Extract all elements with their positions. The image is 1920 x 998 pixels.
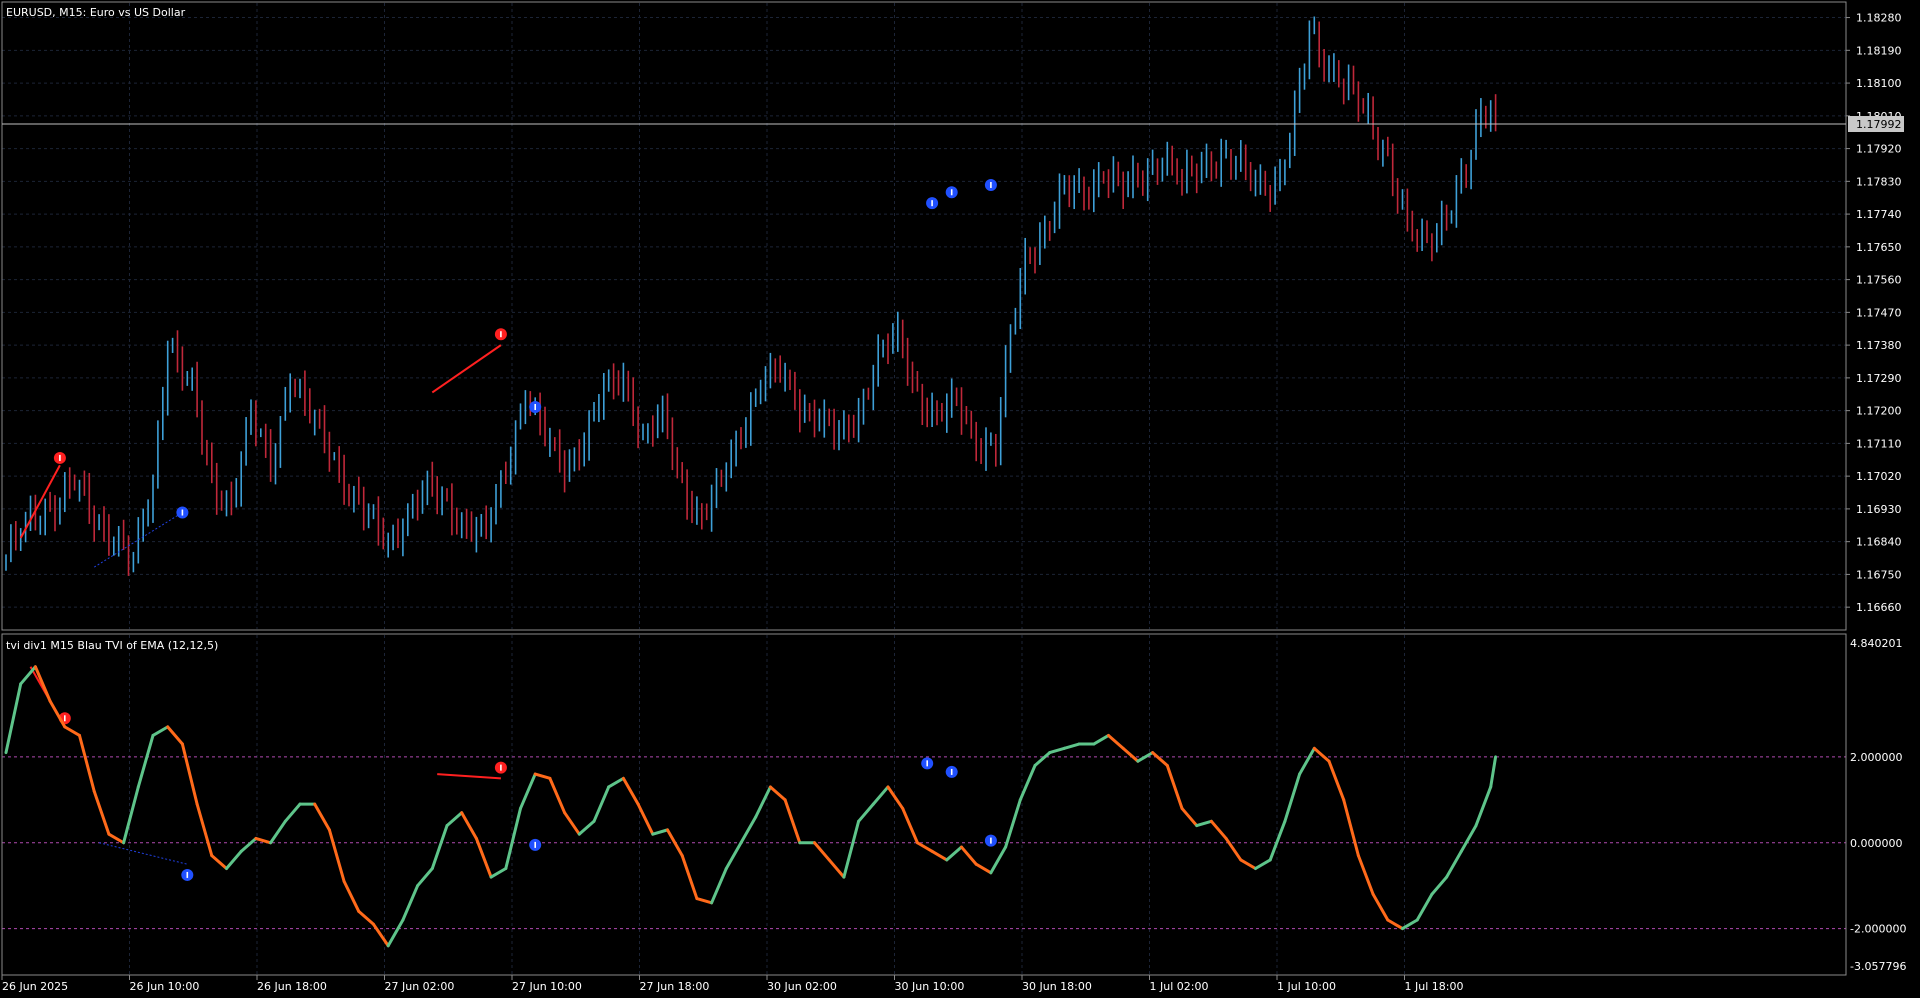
price-tick-label: 1.17110 <box>1856 437 1902 450</box>
time-tick-label: 1 Jul 18:00 <box>1405 980 1464 993</box>
price-tick-label: 1.17020 <box>1856 470 1902 483</box>
price-tick-label: 1.17740 <box>1856 208 1902 221</box>
indicator-tick-label: 2.000000 <box>1850 751 1903 764</box>
price-tick-label: 1.18190 <box>1856 44 1902 57</box>
price-tick-label: 1.17470 <box>1856 306 1902 319</box>
time-tick-label: 27 Jun 10:00 <box>512 980 582 993</box>
time-tick-label: 1 Jul 02:00 <box>1150 980 1209 993</box>
price-tick-label: 1.17560 <box>1856 274 1902 287</box>
price-tick-label: 1.17920 <box>1856 143 1902 156</box>
time-tick-label: 26 Jun 10:00 <box>130 980 200 993</box>
time-tick-label: 30 Jun 02:00 <box>767 980 837 993</box>
price-tick-label: 1.16750 <box>1856 568 1902 581</box>
indicator-tick-label: -3.057796 <box>1850 960 1906 973</box>
price-tick-label: 1.17380 <box>1856 339 1902 352</box>
mt-chart-window[interactable]: EURUSD, M15: Euro vs US Dollar tvi div1 … <box>0 0 1920 998</box>
price-tick-label: 1.17650 <box>1856 241 1902 254</box>
price-tick-label: 1.17830 <box>1856 175 1902 188</box>
price-tick-label: 1.17290 <box>1856 372 1902 385</box>
price-tick-label: 1.18100 <box>1856 77 1902 90</box>
price-tick-label: 1.16660 <box>1856 601 1902 614</box>
price-tick-label: 1.16930 <box>1856 503 1902 516</box>
time-tick-label: 1 Jul 10:00 <box>1277 980 1336 993</box>
price-tick-label: 1.18280 <box>1856 12 1902 25</box>
time-tick-label: 27 Jun 18:00 <box>640 980 710 993</box>
time-tick-label: 30 Jun 10:00 <box>895 980 965 993</box>
price-tick-label: 1.17200 <box>1856 405 1902 418</box>
indicator-tick-label: 4.840201 <box>1850 637 1903 650</box>
current-price-label: 1.17992 <box>1856 118 1902 131</box>
symbol-header: EURUSD, M15: Euro vs US Dollar <box>6 6 186 19</box>
price-tick-label: 1.16840 <box>1856 536 1902 549</box>
indicator-header: tvi div1 M15 Blau TVI of EMA (12,12,5) <box>6 639 218 652</box>
time-tick-label: 26 Jun 2025 <box>2 980 68 993</box>
time-tick-label: 26 Jun 18:00 <box>257 980 327 993</box>
time-tick-label: 30 Jun 18:00 <box>1022 980 1092 993</box>
indicator-tick-label: -2.000000 <box>1850 923 1906 936</box>
chart-canvas[interactable]: EURUSD, M15: Euro vs US Dollar tvi div1 … <box>0 0 1920 998</box>
time-tick-label: 27 Jun 02:00 <box>385 980 455 993</box>
indicator-tick-label: 0.000000 <box>1850 837 1903 850</box>
